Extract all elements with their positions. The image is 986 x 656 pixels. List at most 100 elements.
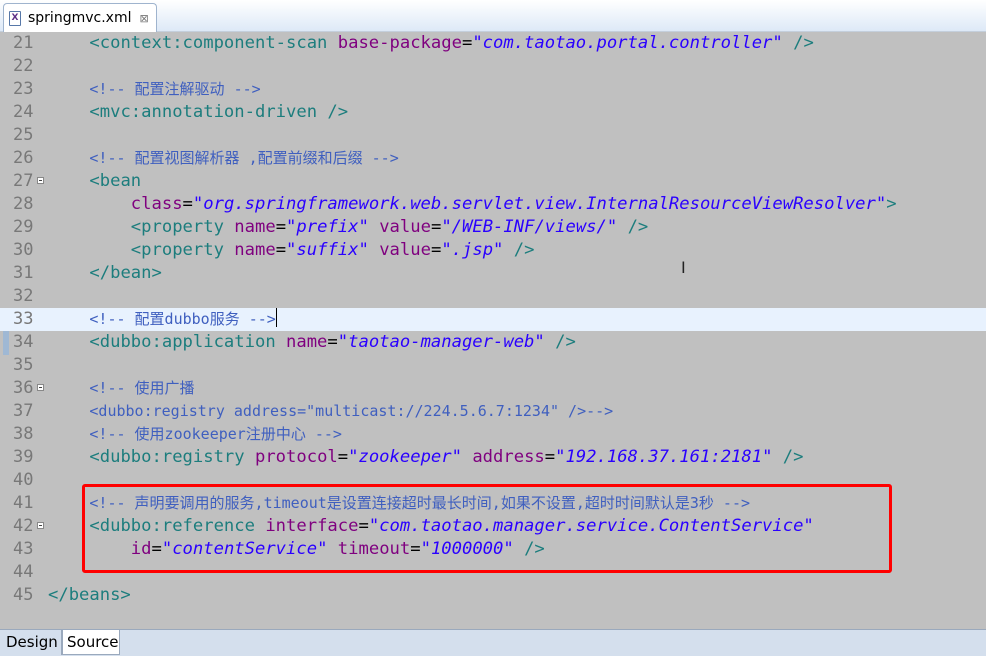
code-text: <!-- 使用zookeeper注册中心 --> [48, 423, 342, 446]
code-line[interactable]: 34 <dubbo:application name="taotao-manag… [0, 331, 986, 354]
xml-file-icon: X [9, 10, 21, 26]
code-token-plain: = [337, 447, 349, 467]
code-line[interactable]: 25 [0, 124, 986, 147]
line-number: 41 [13, 493, 34, 513]
code-line[interactable]: 45 </beans> [0, 584, 986, 607]
code-token-tag: /> [503, 240, 535, 260]
code-line[interactable]: 29 <property name="prefix" value="/WEB-I… [0, 216, 986, 239]
code-text: class="org.springframework.web.servlet.v… [48, 193, 897, 216]
code-token-val: "/WEB-INF/views/" [441, 217, 618, 237]
line-number: 30 [13, 240, 34, 260]
line-number: 39 [13, 447, 34, 467]
code-token-tag: <property [130, 240, 235, 260]
code-text: <dubbo:registry address="multicast://224… [48, 400, 613, 423]
code-line[interactable]: 32 [0, 285, 986, 308]
code-token-comment: <!-- 配置dubbo服务 --> [89, 310, 276, 328]
code-token-comment: <!-- 配置注解驱动 --> [89, 80, 261, 98]
code-token-tag: <mvc:annotation-driven /> [89, 102, 349, 122]
line-number: 34 [13, 332, 34, 352]
fold-toggle-icon[interactable] [37, 522, 44, 529]
code-text: <context:component-scan base-package="co… [48, 32, 814, 55]
code-token-val: "192.168.37.161:2181" [555, 447, 773, 467]
line-number: 31 [13, 263, 34, 283]
code-line[interactable]: 22 [0, 55, 986, 78]
code-line[interactable]: 23 <!-- 配置注解驱动 --> [0, 78, 986, 101]
code-text: <property name="suffix" value=".jsp" /> [48, 239, 535, 262]
file-tab-springmvc-xml[interactable]: X springmvc.xml ⊠ [3, 3, 157, 32]
code-token-plain: = [275, 217, 287, 237]
code-token-val: "taotao-manager-web" [337, 332, 545, 352]
code-line[interactable]: 30 <property name="suffix" value=".jsp" … [0, 239, 986, 262]
code-token-plain: = [275, 240, 287, 260]
code-token-tag: /> [782, 33, 814, 53]
line-number: 28 [13, 194, 34, 214]
code-line[interactable]: 21 <context:component-scan base-package=… [0, 32, 986, 55]
code-line[interactable]: 27 <bean [0, 170, 986, 193]
line-number: 22 [13, 56, 34, 76]
code-text: <!-- 使用广播 [48, 377, 194, 400]
fold-toggle-icon[interactable] [37, 384, 44, 391]
code-line[interactable]: 39 <dubbo:registry protocol="zookeeper" … [0, 446, 986, 469]
line-number: 38 [13, 424, 34, 444]
code-line[interactable]: 35 [0, 354, 986, 377]
line-number: 35 [13, 355, 34, 375]
tab-source[interactable]: Source [62, 630, 120, 655]
code-text: <!-- 配置视图解析器 ,配置前缀和后缀 --> [48, 147, 398, 170]
code-token-attr: base-package [337, 33, 462, 53]
line-number: 44 [13, 562, 34, 582]
red-highlight-box [82, 484, 892, 573]
source-editor[interactable]: 21 <context:component-scan base-package=… [0, 32, 986, 629]
code-token-tag: > [886, 194, 897, 214]
code-token-tag: <property [130, 217, 235, 237]
code-token-plain: = [461, 33, 473, 53]
code-line[interactable]: 36 <!-- 使用广播 [0, 377, 986, 400]
code-text: <dubbo:application name="taotao-manager-… [48, 331, 575, 354]
code-line[interactable]: 37 <dubbo:registry address="multicast://… [0, 400, 986, 423]
code-token-attr: name [234, 240, 276, 260]
code-token-comment: <dubbo:registry address="multicast://224… [89, 402, 614, 420]
code-text: </bean> [48, 262, 161, 285]
line-number: 23 [13, 79, 34, 99]
tab-design[interactable]: Design [2, 630, 62, 655]
code-token-tag: <dubbo:application [89, 332, 287, 352]
line-number: 45 [13, 585, 34, 605]
code-token-val: "prefix" [286, 217, 369, 237]
code-line[interactable]: 33 <!-- 配置dubbo服务 --> [0, 308, 986, 331]
close-tab-icon[interactable]: ⊠ [139, 12, 148, 25]
code-token-tag: <context:component-scan [89, 33, 338, 53]
code-line[interactable]: 26 <!-- 配置视图解析器 ,配置前缀和后缀 --> [0, 147, 986, 170]
code-text: </beans> [48, 584, 131, 607]
code-token-val: "org.springframework.web.servlet.view.In… [192, 194, 887, 214]
code-line[interactable]: 28 class="org.springframework.web.servle… [0, 193, 986, 216]
code-token-tag: <bean [89, 171, 142, 191]
code-line[interactable]: 38 <!-- 使用zookeeper注册中心 --> [0, 423, 986, 446]
code-token-val: "com.taotao.portal.controller" [472, 33, 783, 53]
code-token-attr: protocol [254, 447, 338, 467]
code-line[interactable]: 31 </bean> [0, 262, 986, 285]
editor-mode-tabs: Design Source [0, 629, 986, 656]
code-line[interactable]: 24 <mvc:annotation-driven /> [0, 101, 986, 124]
code-token-attr: class [130, 194, 183, 214]
fold-toggle-icon[interactable] [37, 177, 44, 184]
code-token-val: ".jsp" [441, 240, 504, 260]
code-token-tag: <dubbo:registry [89, 447, 255, 467]
code-text: <bean [48, 170, 141, 193]
line-number: 32 [13, 286, 34, 306]
file-tab-label: springmvc.xml [28, 10, 132, 26]
